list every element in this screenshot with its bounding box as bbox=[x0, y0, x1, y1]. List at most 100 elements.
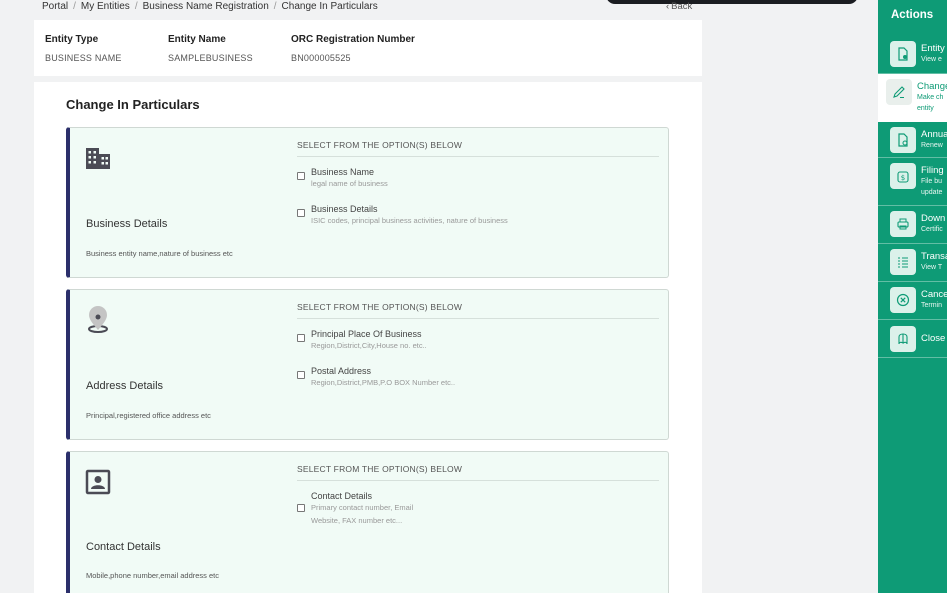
option-text: Business Name legal name of business bbox=[311, 167, 388, 190]
category-title: Address Details bbox=[86, 380, 164, 392]
business-details-checkbox[interactable] bbox=[297, 209, 305, 217]
breadcrumb-portal[interactable]: Portal bbox=[42, 1, 68, 12]
option-text: Contact Details Primary contact number, … bbox=[311, 491, 413, 527]
business-details-card: Business Details Business entity name,na… bbox=[66, 127, 669, 278]
option-postal-address[interactable]: Postal Address Region,District,PMB,P.O B… bbox=[297, 366, 659, 389]
category-description: Mobile,phone number,email address etc bbox=[86, 571, 219, 580]
sidebar-item-title: Change bbox=[917, 81, 947, 92]
sidebar-item-desc: File bu bbox=[921, 178, 943, 185]
sidebar-item-close[interactable]: Close bbox=[878, 320, 947, 358]
address-details-card: Address Details Principal,registered off… bbox=[66, 289, 669, 440]
option-title: Contact Details bbox=[311, 491, 373, 501]
principal-place-checkbox[interactable] bbox=[297, 334, 305, 342]
sidebar-item-text: Down Certific bbox=[921, 211, 945, 243]
sidebar-item-change[interactable]: Change Make ch entity bbox=[878, 74, 947, 122]
sidebar-item-title: Filing bbox=[921, 165, 944, 176]
category-description: Principal,registered office address etc bbox=[86, 411, 211, 420]
entity-name-value: SAMPLEBUSINESS bbox=[168, 53, 253, 63]
money-bag-icon: $ bbox=[890, 163, 916, 189]
orc-number: ORC Registration Number BN000005525 bbox=[291, 34, 415, 63]
option-title: Business Name bbox=[311, 167, 375, 177]
printer-icon bbox=[890, 211, 916, 237]
document-icon bbox=[890, 41, 916, 67]
contact-details-checkbox[interactable] bbox=[297, 504, 305, 512]
book-icon bbox=[890, 326, 916, 352]
breadcrumb: Portal / My Entities / Business Name Reg… bbox=[42, 1, 378, 12]
sidebar-item-text: Transa View T bbox=[921, 249, 947, 281]
sidebar-item-desc-2: entity bbox=[917, 104, 934, 112]
select-options-heading: SELECT FROM THE OPTION(S) BELOW bbox=[297, 464, 659, 481]
breadcrumb-business-name-registration[interactable]: Business Name Registration bbox=[143, 1, 269, 12]
sidebar-item-text: Close bbox=[921, 326, 945, 357]
page-title: Change In Particulars bbox=[66, 97, 200, 112]
category-title: Business Details bbox=[86, 218, 168, 230]
orc-number-label: ORC Registration Number bbox=[291, 34, 415, 45]
breadcrumb-current: Change In Particulars bbox=[281, 1, 378, 12]
entity-info-panel: Entity Type BUSINESS NAME Entity Name SA… bbox=[34, 20, 702, 76]
option-business-name[interactable]: Business Name legal name of business bbox=[297, 167, 659, 190]
option-title: Postal Address bbox=[311, 366, 372, 376]
breadcrumb-separator: / bbox=[134, 1, 138, 12]
sidebar-item-desc-2: update bbox=[921, 188, 943, 196]
option-title: Business Details bbox=[311, 204, 378, 214]
option-contact-details[interactable]: Contact Details Primary contact number, … bbox=[297, 491, 659, 527]
option-principal-place[interactable]: Principal Place Of Business Region,Distr… bbox=[297, 329, 659, 352]
option-subtitle-line1: Primary contact number, Email bbox=[311, 503, 414, 512]
select-options-heading: SELECT FROM THE OPTION(S) BELOW bbox=[297, 140, 659, 157]
business-name-checkbox[interactable] bbox=[297, 172, 305, 180]
entity-type: Entity Type BUSINESS NAME bbox=[45, 34, 122, 63]
option-text: Postal Address Region,District,PMB,P.O B… bbox=[311, 366, 455, 389]
location-pin-icon bbox=[88, 306, 108, 333]
sidebar-item-text: Filing File bu update bbox=[921, 163, 944, 205]
option-subtitle: ISIC codes, principal business activitie… bbox=[311, 216, 508, 225]
sidebar-item-text: Cance Termin bbox=[921, 287, 947, 319]
category-description: Business entity name,nature of business … bbox=[86, 249, 233, 258]
pencil-icon bbox=[886, 79, 912, 105]
actions-heading: Actions bbox=[891, 9, 934, 21]
back-label: Back bbox=[671, 1, 693, 12]
sidebar-item-desc: Certific bbox=[921, 226, 943, 233]
sidebar-item-desc: Make ch bbox=[917, 94, 944, 101]
sidebar-item-desc: View T bbox=[921, 264, 943, 271]
sidebar-item-title: Cance bbox=[921, 289, 947, 300]
entity-name: Entity Name SAMPLEBUSINESS bbox=[168, 34, 253, 63]
sidebar-item-transactions[interactable]: Transa View T bbox=[878, 244, 947, 282]
contact-card-icon bbox=[85, 469, 111, 495]
option-text: Business Details ISIC codes, principal b… bbox=[311, 204, 508, 227]
sidebar-item-text: Entity View e bbox=[921, 41, 945, 73]
option-subtitle: Region,District,City,House no. etc.. bbox=[311, 341, 427, 350]
orc-number-value: BN000005525 bbox=[291, 53, 351, 63]
sidebar-item-download[interactable]: Down Certific bbox=[878, 206, 947, 244]
sidebar-item-title: Transa bbox=[921, 251, 947, 262]
contact-details-card: Contact Details Mobile,phone number,emai… bbox=[66, 451, 669, 593]
sidebar-item-desc: Termin bbox=[921, 302, 943, 309]
entity-type-label: Entity Type bbox=[45, 34, 99, 45]
option-text: Principal Place Of Business Region,Distr… bbox=[311, 329, 427, 352]
sidebar-item-entity[interactable]: Entity View e bbox=[878, 36, 947, 74]
option-subtitle-line2: Website, FAX number etc... bbox=[311, 516, 403, 525]
chevron-left-icon: ‹ bbox=[666, 1, 670, 12]
sidebar-item-text: Change Make ch entity bbox=[917, 79, 947, 121]
breadcrumb-separator: / bbox=[73, 1, 76, 12]
dark-popover bbox=[606, 0, 858, 4]
sidebar-item-desc: Renew bbox=[921, 142, 943, 149]
select-options-heading: SELECT FROM THE OPTION(S) BELOW bbox=[297, 302, 659, 319]
sidebar-item-title: Close bbox=[921, 333, 946, 344]
breadcrumb-my-entities[interactable]: My Entities bbox=[81, 1, 130, 12]
sidebar-item-cancel[interactable]: Cance Termin bbox=[878, 282, 947, 320]
list-icon bbox=[890, 249, 916, 275]
option-business-details[interactable]: Business Details ISIC codes, principal b… bbox=[297, 204, 659, 227]
sidebar-item-title: Down bbox=[921, 213, 946, 224]
sidebar-item-filing[interactable]: $ Filing File bu update bbox=[878, 158, 947, 206]
sidebar-item-annual[interactable]: Annua Renew bbox=[878, 122, 947, 158]
entity-type-value: BUSINESS NAME bbox=[45, 53, 122, 63]
sidebar-item-text: Annua Renew bbox=[921, 127, 947, 157]
back-link[interactable]: ‹ Back bbox=[666, 1, 692, 12]
postal-address-checkbox[interactable] bbox=[297, 371, 305, 379]
option-subtitle: Region,District,PMB,P.O BOX Number etc.. bbox=[311, 378, 456, 387]
sidebar-item-title: Entity bbox=[921, 43, 945, 54]
cancel-circle-icon bbox=[890, 287, 916, 313]
option-title: Principal Place Of Business bbox=[311, 329, 422, 339]
sidebar-item-desc: View e bbox=[921, 56, 942, 63]
svg-text:$: $ bbox=[901, 174, 905, 182]
